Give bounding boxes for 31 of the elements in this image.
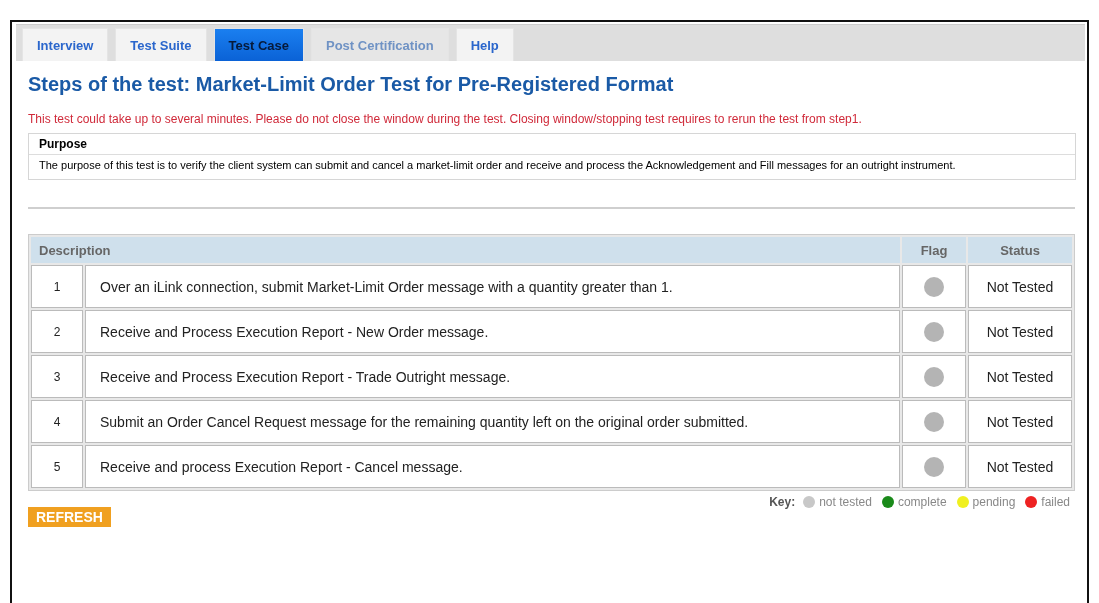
step-number-cell: 3 [31, 355, 83, 399]
column-header: Description [31, 237, 900, 264]
legend-label: failed [1041, 495, 1070, 510]
page-title: Steps of the test: Market-Limit Order Test for Pre-Registered Format [28, 73, 675, 96]
status-cell: Not Tested [968, 445, 1072, 489]
legend-label: pending [972, 495, 1016, 510]
description-cell: Receive and process Execution Report - Cancel message. [85, 445, 900, 489]
status-cell: Not Tested [968, 355, 1072, 399]
description-cell: Receive and Process Execution Report - New Order message. [85, 310, 900, 354]
column-header: Status [968, 237, 1072, 264]
purpose-heading: Purpose [29, 134, 1075, 155]
legend-label: complete [897, 495, 947, 510]
status-cell: Not Tested [968, 310, 1072, 354]
status-cell: Not Tested [968, 400, 1072, 444]
description-cell: Receive and Process Execution Report - Trade Outright message. [85, 355, 900, 399]
purpose-text: The purpose of this test is to verify the client system can submit and cancel a market-limit order and receive and process the Acknowledgement and Fill messages for an outright instrument. [38, 158, 957, 173]
warning-text: This test could take up to several minutes. Please do not close the window during the test. Closing window/stopping test requires to rerun the test from step1. [28, 112, 863, 126]
tab[interactable]: Test Suite [115, 28, 207, 61]
tab[interactable]: Test Case [213, 28, 304, 61]
step-number-cell: 5 [31, 445, 83, 489]
description-cell: Over an iLink connection, submit Market-Limit Order message with a quantity greater than 1. [85, 265, 900, 309]
legend-label: not tested [819, 495, 872, 510]
step-number-cell: 2 [31, 310, 83, 354]
tab[interactable]: Interview [22, 28, 109, 61]
key-label: Key: [769, 495, 796, 510]
column-header: Flag [902, 237, 966, 264]
step-number-cell: 4 [31, 400, 83, 444]
step-number-cell: 1 [31, 265, 83, 309]
status-cell: Not Tested [968, 265, 1072, 309]
description-cell: Submit an Order Cancel Request message for the remaining quantity left on the original order submitted. [85, 400, 900, 444]
tab[interactable]: Help [455, 28, 514, 61]
